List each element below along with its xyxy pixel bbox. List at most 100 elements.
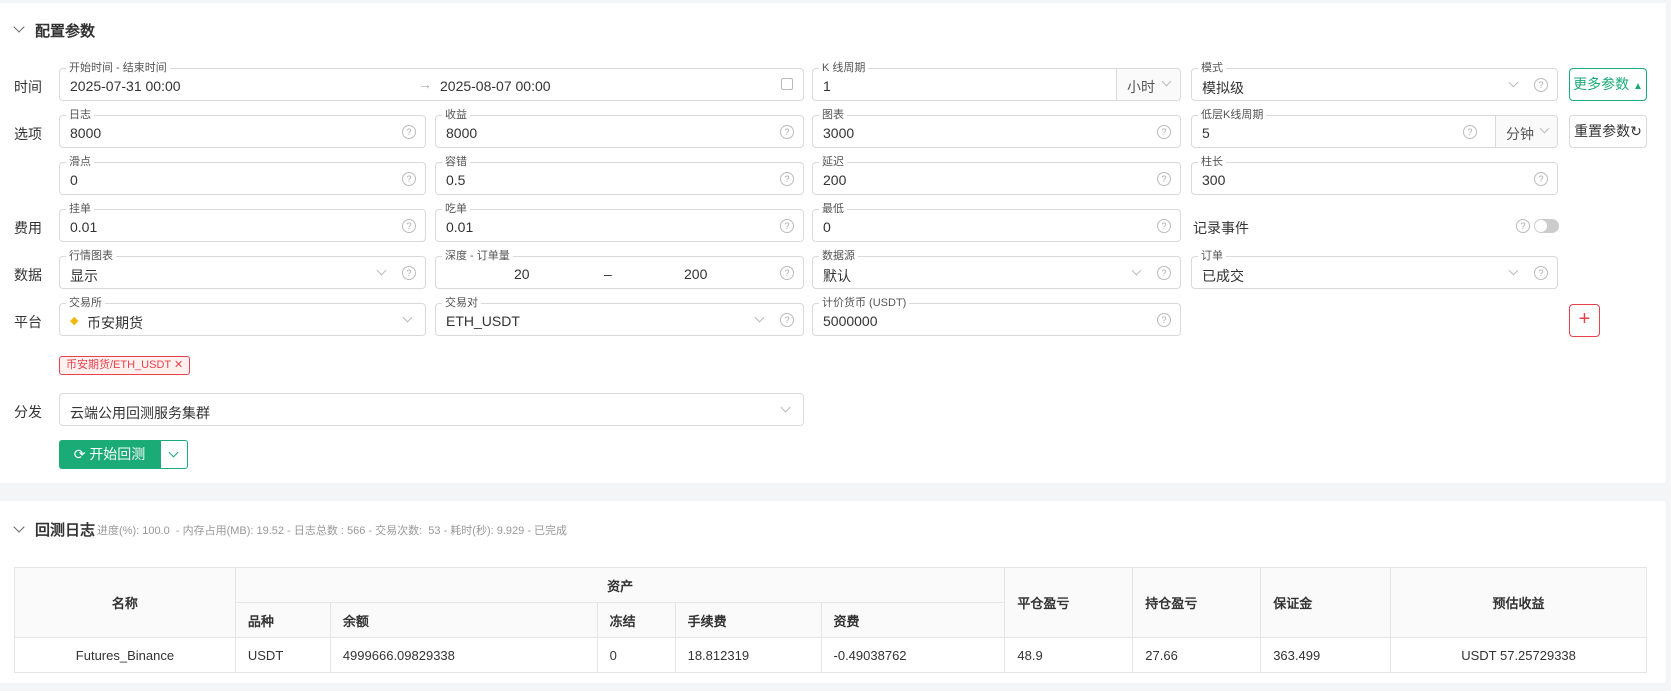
reset-params-label: 重置参数 <box>1574 123 1631 139</box>
log-value[interactable]: 8000 <box>70 125 101 141</box>
header-symbol: 品种 <box>234 602 331 638</box>
help-icon[interactable]: ? <box>780 172 794 186</box>
minimum-fee-input[interactable]: 最低 0? <box>812 202 1181 242</box>
orders-select[interactable]: 订单 已成交? <box>1191 249 1558 289</box>
help-icon[interactable]: ? <box>1157 219 1171 233</box>
help-icon[interactable]: ? <box>1534 78 1548 92</box>
config-title: 配置参数 <box>35 23 96 40</box>
end-time[interactable]: 2025-08-07 00:00 <box>440 78 551 94</box>
chevron-down-icon <box>1539 123 1550 134</box>
delay-input[interactable]: 延迟 200? <box>812 155 1181 195</box>
calendar-icon <box>781 78 793 90</box>
market-chart-select[interactable]: 行情图表 显示? <box>59 249 426 289</box>
dispatch-select[interactable]: 云端公用回测服务集群 <box>59 393 804 426</box>
depth-from[interactable]: 20 <box>514 266 530 282</box>
quote-input[interactable]: 计价货币 (USDT) 5000000? <box>812 296 1181 336</box>
taker-label: 吃单 <box>442 202 470 216</box>
help-icon[interactable]: ? <box>780 219 794 233</box>
chart-input[interactable]: 图表 3000? <box>812 108 1181 148</box>
start-time[interactable]: 2025-07-31 00:00 <box>70 78 181 94</box>
slippage-value[interactable]: 0 <box>70 172 78 188</box>
kline-unit-select[interactable]: 小时 <box>1116 69 1180 100</box>
datasource-select[interactable]: 数据源 默认? <box>812 249 1181 289</box>
kline-period-input[interactable]: K 线周期 1 小时 <box>812 61 1181 101</box>
bar-length-value[interactable]: 300 <box>1202 172 1225 188</box>
profit-input[interactable]: 收益 8000? <box>435 108 804 148</box>
header-fee: 手续费 <box>674 602 822 638</box>
chevron-down-icon <box>168 447 179 458</box>
help-icon[interactable]: ? <box>780 266 794 280</box>
more-params-label: 更多参数 <box>1573 76 1630 92</box>
help-icon[interactable]: ? <box>1157 313 1171 327</box>
header-hold-pnl: 持仓盈亏 <box>1132 567 1262 638</box>
kline-unit: 小时 <box>1127 79 1155 95</box>
depth-range-input[interactable]: 深度 - 订单量 20 – 200? <box>435 249 804 289</box>
maker-fee-input[interactable]: 挂单 0.01? <box>59 202 426 242</box>
maker-label: 挂单 <box>66 202 94 216</box>
help-icon[interactable]: ? <box>1157 172 1171 186</box>
cell-name: Futures_Binance <box>14 637 236 673</box>
collapse-chevron-icon[interactable] <box>13 21 25 33</box>
close-icon[interactable]: ✕ <box>174 359 183 371</box>
chevron-down-icon <box>780 402 791 413</box>
chevron-down-icon <box>1508 77 1519 88</box>
tolerance-value[interactable]: 0.5 <box>446 172 465 188</box>
help-icon[interactable]: ? <box>402 219 416 233</box>
help-icon[interactable]: ? <box>1157 266 1171 280</box>
low-kline-label: 低层K线周期 <box>1198 108 1267 122</box>
maker-value[interactable]: 0.01 <box>70 219 97 235</box>
low-kline-value[interactable]: 5 <box>1202 125 1210 141</box>
profit-value[interactable]: 8000 <box>446 125 477 141</box>
record-events-toggle[interactable] <box>1534 219 1559 233</box>
start-backtest-button[interactable]: ⟳ 开始回测 <box>59 440 160 469</box>
collapse-chevron-icon[interactable] <box>13 521 25 533</box>
taker-value[interactable]: 0.01 <box>446 219 473 235</box>
start-options-dropdown[interactable] <box>160 440 188 469</box>
help-icon[interactable]: ? <box>1516 219 1530 233</box>
header-est-profit: 预估收益 <box>1390 567 1647 638</box>
dispatch-value: 云端公用回测服务集群 <box>70 405 210 421</box>
pair-value: ETH_USDT <box>446 313 520 329</box>
help-icon[interactable]: ? <box>1534 266 1548 280</box>
help-icon[interactable]: ? <box>1463 125 1477 139</box>
header-frozen: 冻结 <box>596 602 676 638</box>
slippage-input[interactable]: 滑点 0? <box>59 155 426 195</box>
help-icon[interactable]: ? <box>402 172 416 186</box>
platform-tag-label: 币安期货/ETH_USDT <box>66 359 171 371</box>
slippage-label: 滑点 <box>66 155 94 169</box>
delay-value[interactable]: 200 <box>823 172 846 188</box>
pair-select[interactable]: 交易对 ETH_USDT? <box>435 296 804 336</box>
help-icon[interactable]: ? <box>1157 125 1171 139</box>
kline-period-value[interactable]: 1 <box>823 78 831 94</box>
taker-fee-input[interactable]: 吃单 0.01? <box>435 202 804 242</box>
caret-up-icon: ▲ <box>1632 81 1643 92</box>
depth-to[interactable]: 200 <box>684 266 707 282</box>
help-icon[interactable]: ? <box>402 266 416 280</box>
help-icon[interactable]: ? <box>780 313 794 327</box>
help-icon[interactable]: ? <box>780 125 794 139</box>
datasource-label: 数据源 <box>819 249 858 263</box>
reset-params-button[interactable]: 重置参数↻ <box>1569 115 1647 148</box>
chart-value[interactable]: 3000 <box>823 125 854 141</box>
help-icon[interactable]: ? <box>1534 172 1548 186</box>
minimum-label: 最低 <box>819 202 847 216</box>
quote-value[interactable]: 5000000 <box>823 313 878 329</box>
log-input[interactable]: 日志 8000? <box>59 108 426 148</box>
minimum-value[interactable]: 0 <box>823 219 831 235</box>
exchange-select[interactable]: 交易所 ◆ 币安期货 <box>59 296 426 336</box>
low-kline-input[interactable]: 低层K线周期 5? 分钟 <box>1191 108 1558 148</box>
label-options: 选项 <box>14 126 42 142</box>
add-platform-button[interactable]: + <box>1569 304 1600 337</box>
time-range-picker[interactable]: 开始时间 - 结束时间 2025-07-31 00:00 → 2025-08-0… <box>59 61 804 101</box>
mode-select[interactable]: 模式 模拟级 ? <box>1191 61 1558 101</box>
config-panel: 配置参数 时间 选项 费用 数据 平台 分发 开始时间 - 结束时间 2025-… <box>0 3 1666 483</box>
pair-label: 交易对 <box>442 296 481 310</box>
bar-length-input[interactable]: 柱长 300? <box>1191 155 1558 195</box>
help-icon[interactable]: ? <box>402 125 416 139</box>
low-kline-unit-select[interactable]: 分钟 <box>1495 116 1557 147</box>
more-params-button[interactable]: 更多参数 ▲ <box>1569 68 1647 101</box>
table-row: Futures_Binance USDT 4999666.09829338 0 … <box>14 637 1647 673</box>
tolerance-input[interactable]: 容错 0.5? <box>435 155 804 195</box>
cell-hold-pnl: 27.66 <box>1132 637 1262 673</box>
start-backtest-label: 开始回测 <box>89 446 146 462</box>
